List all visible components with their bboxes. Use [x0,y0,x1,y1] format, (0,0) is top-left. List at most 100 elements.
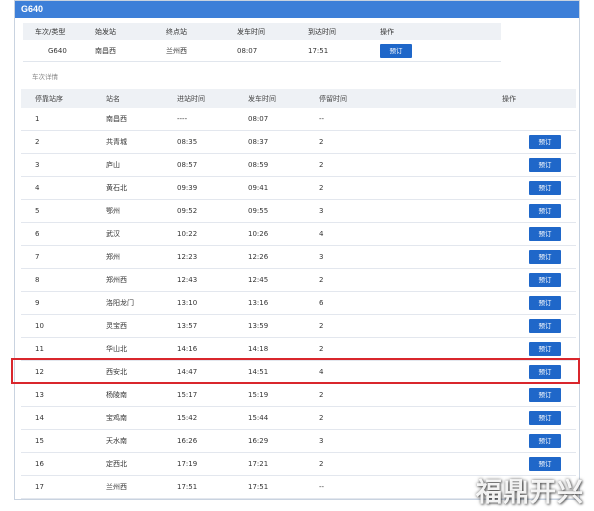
cell-seq: 7 [35,253,40,261]
cell-arrive: 12:43 [177,276,198,284]
cell-seq: 3 [35,161,40,169]
cell-arrive: 10:22 [177,230,198,238]
cell-arrive: 17:19 [177,460,198,468]
cell-stay: 3 [319,437,324,445]
book-button[interactable]: 预订 [529,457,561,471]
stop-table-header: 停靠站序 站名 进站时间 发车时间 停留时间 操作 [21,89,576,108]
cell-arrive: 09:52 [177,207,198,215]
cell-arrive: 13:57 [177,322,198,330]
summary-end-station: 兰州西 [166,46,187,55]
table-row: 6 武汉 10:22 10:26 4 预订 [21,223,576,246]
cell-station: 华山北 [106,345,127,353]
book-button[interactable]: 预订 [529,296,561,310]
summary-header: 车次/类型 始发站 终点站 发车时间 到达时间 操作 [23,23,501,40]
cell-stay: -- [319,115,325,123]
table-row: 14 宝鸡南 15:42 15:44 2 预订 [21,407,576,430]
cell-depart: 13:16 [248,299,269,307]
cell-depart: 15:44 [248,414,269,422]
table-row: 2 共青城 08:35 08:37 2 预订 [21,131,576,154]
cell-arrive: 09:39 [177,184,198,192]
cell-depart: 17:51 [248,483,269,491]
cell-depart: 15:19 [248,391,269,399]
cell-arrive: 16:26 [177,437,198,445]
header-action: 操作 [502,94,516,103]
panel-title: G640 [15,1,579,18]
cell-stay: 2 [319,460,324,468]
cell-seq: 4 [35,184,40,192]
cell-depart: 13:59 [248,322,269,330]
book-button[interactable]: 预订 [529,273,561,287]
table-row: 5 鄂州 09:52 09:55 3 预订 [21,200,576,223]
table-row: 3 庐山 08:57 08:59 2 预订 [21,154,576,177]
summary-header-depart: 发车时间 [237,27,265,36]
cell-seq: 13 [35,391,44,399]
cell-station: 庐山 [106,161,120,169]
header-station: 站名 [106,94,120,103]
summary-header-train: 车次/类型 [35,27,66,36]
table-row: 7 郑州 12:23 12:26 3 预订 [21,246,576,269]
book-button[interactable]: 预订 [529,319,561,333]
cell-seq: 15 [35,437,44,445]
cell-station: 灵宝西 [106,322,127,330]
cell-station: 天水南 [106,437,127,445]
cell-seq: 14 [35,414,44,422]
cell-depart: 12:45 [248,276,269,284]
book-button[interactable]: 预订 [529,250,561,264]
book-button[interactable]: 预订 [529,388,561,402]
cell-depart: 08:59 [248,161,269,169]
cell-depart: 14:51 [248,368,269,376]
book-button[interactable]: 预订 [529,135,561,149]
book-button[interactable]: 预订 [529,204,561,218]
book-button[interactable]: 预订 [529,365,561,379]
header-stay: 停留时间 [319,94,347,103]
book-button[interactable]: 预订 [529,434,561,448]
book-button[interactable]: 预订 [529,158,561,172]
cell-depart: 09:55 [248,207,269,215]
cell-station: 武汉 [106,230,120,238]
table-row: 8 郑州西 12:43 12:45 2 预订 [21,269,576,292]
cell-depart: 09:41 [248,184,269,192]
table-row: 9 洛阳龙门 13:10 13:16 6 预订 [21,292,576,315]
summary-header-start: 始发站 [95,27,116,36]
cell-stay: 2 [319,322,324,330]
cell-depart: 08:07 [248,115,269,123]
cell-stay: 2 [319,391,324,399]
cell-stay: 2 [319,276,324,284]
cell-seq: 17 [35,483,44,491]
table-row: 11 华山北 14:16 14:18 2 预订 [21,338,576,361]
summary-train-number[interactable]: G640 [48,47,67,55]
book-button[interactable]: 预订 [529,181,561,195]
cell-arrive: 08:57 [177,161,198,169]
cell-stay: 4 [319,368,324,376]
cell-station: 黄石北 [106,184,127,192]
cell-depart: 10:26 [248,230,269,238]
cell-depart: 17:21 [248,460,269,468]
table-row: 15 天水南 16:26 16:29 3 预订 [21,430,576,453]
detail-section-label: 车次详情 [32,73,58,81]
cell-stay: 3 [319,253,324,261]
cell-arrive: ---- [177,115,188,123]
summary-header-action: 操作 [380,27,394,36]
cell-depart: 08:37 [248,138,269,146]
cell-seq: 1 [35,115,40,123]
header-arrive: 进站时间 [177,94,205,103]
cell-seq: 8 [35,276,40,284]
cell-arrive: 15:42 [177,414,198,422]
summary-header-end: 终点站 [166,27,187,36]
cell-seq: 10 [35,322,44,330]
book-button[interactable]: 预订 [529,411,561,425]
cell-stay: 3 [319,207,324,215]
summary-book-button[interactable]: 预订 [380,44,412,58]
cell-stay: 2 [319,138,324,146]
book-button[interactable]: 预订 [529,227,561,241]
summary-start-station: 南昌西 [95,46,116,55]
summary-header-arrive: 到达时间 [308,27,336,36]
book-button[interactable]: 预订 [529,342,561,356]
cell-station: 鄂州 [106,207,120,215]
cell-arrive: 17:51 [177,483,198,491]
cell-station: 郑州 [106,253,120,261]
table-row: 1 南昌西 ---- 08:07 -- [21,108,576,131]
cell-stay: 2 [319,414,324,422]
cell-stay: 6 [319,299,324,307]
cell-seq: 5 [35,207,40,215]
